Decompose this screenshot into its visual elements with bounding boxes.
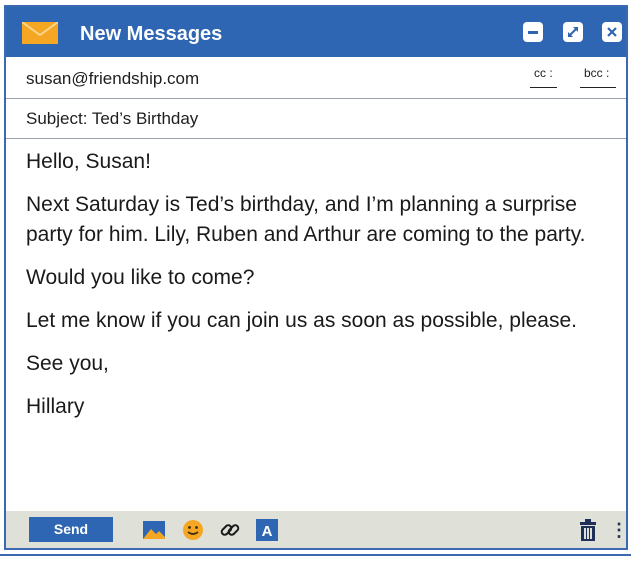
expand-button[interactable]: [563, 22, 583, 42]
bcc-button[interactable]: bcc :: [584, 66, 609, 80]
bottom-border: [0, 554, 631, 556]
compose-window: New Messages susan@friendship.com cc : b…: [4, 5, 628, 550]
emoji-icon[interactable]: [182, 519, 204, 541]
close-icon: [607, 27, 617, 37]
message-paragraph: Hillary: [26, 395, 85, 418]
cc-button[interactable]: cc :: [534, 66, 553, 80]
compose-toolbar: Send A ⋮: [6, 511, 628, 548]
message-paragraph: Hello, Susan!: [26, 150, 151, 173]
subject-field[interactable]: Subject: Ted’s Birthday: [6, 99, 626, 139]
minimize-button[interactable]: [523, 22, 543, 42]
image-icon[interactable]: [143, 519, 165, 541]
message-body[interactable]: Hello, Susan! Next Saturday is Ted’s bir…: [26, 147, 616, 435]
title-bar: New Messages: [6, 7, 626, 57]
recipient-field[interactable]: susan@friendship.com cc : bcc :: [6, 57, 626, 99]
link-icon[interactable]: [219, 519, 241, 541]
font-icon-letter: A: [262, 523, 273, 540]
window-title: New Messages: [80, 23, 223, 45]
message-paragraph: Next Saturday is Ted’s birthday, and I’m…: [26, 193, 586, 246]
cc-underline: [530, 87, 557, 88]
bcc-underline: [580, 87, 616, 88]
font-icon[interactable]: A: [256, 519, 278, 541]
trash-icon[interactable]: [577, 519, 599, 541]
envelope-icon: [22, 22, 58, 44]
message-paragraph: See you,: [26, 352, 109, 375]
send-button[interactable]: Send: [29, 517, 113, 542]
recipient-value: susan@friendship.com: [26, 69, 200, 88]
message-paragraph: Would you like to come?: [26, 266, 255, 289]
subject-text: Subject: Ted’s Birthday: [26, 109, 199, 128]
expand-icon: [568, 27, 578, 37]
more-icon[interactable]: ⋮: [610, 519, 628, 541]
close-button[interactable]: [602, 22, 622, 42]
minimize-icon: [528, 31, 538, 34]
message-paragraph: Let me know if you can join us as soon a…: [26, 309, 577, 332]
